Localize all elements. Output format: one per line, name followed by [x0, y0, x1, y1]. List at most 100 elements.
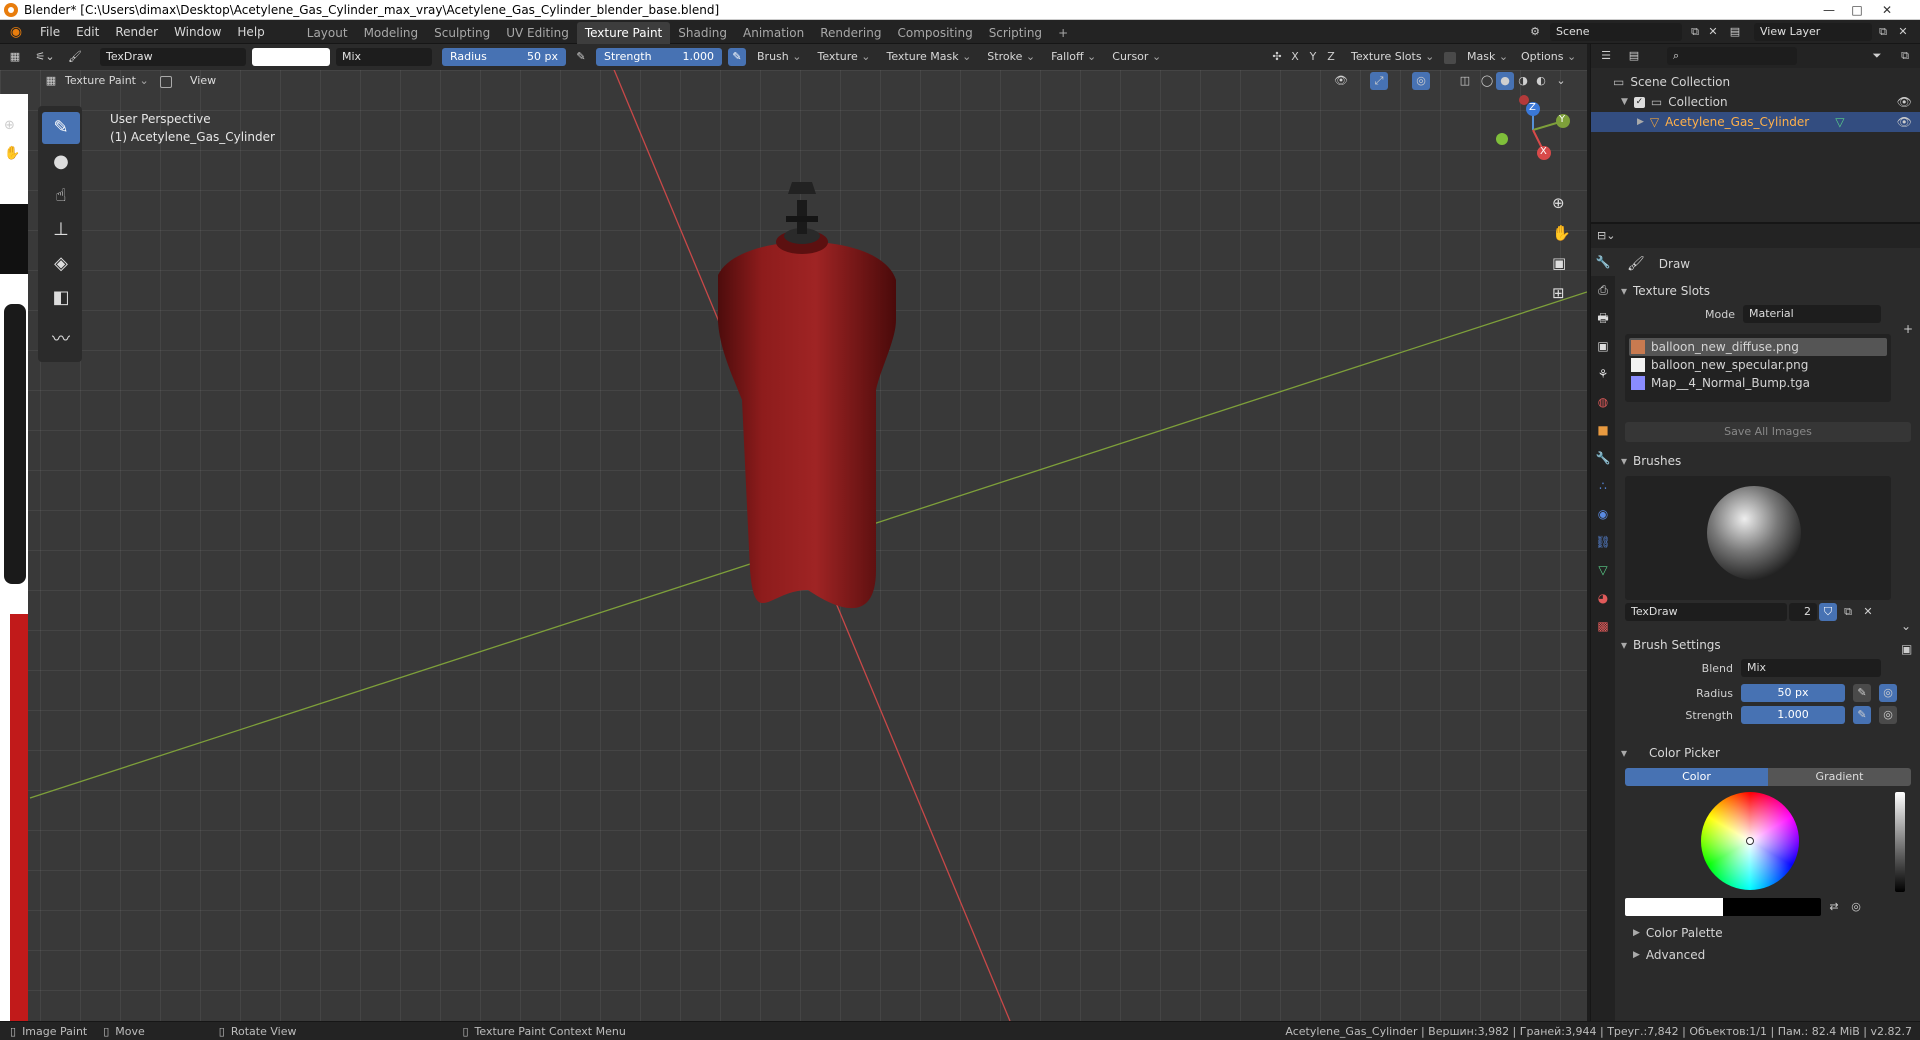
annotate-tool-icon[interactable]: 〰 — [42, 324, 80, 356]
object-tab-icon[interactable]: ■ — [1591, 416, 1615, 444]
viewport-pan-icon[interactable]: ✋ — [4, 146, 20, 161]
texture-mask-menu[interactable]: Texture Mask — [881, 48, 976, 66]
brushes-header[interactable]: Brushes — [1619, 450, 1917, 472]
tab-texture-paint[interactable]: Texture Paint — [576, 21, 671, 44]
tab-rendering[interactable]: Rendering — [812, 22, 889, 44]
radius-unit-icon[interactable]: ◎ — [1879, 684, 1897, 702]
remove-view-layer-icon[interactable]: ✕ — [1894, 23, 1912, 41]
world-tab-icon[interactable]: ◍ — [1591, 388, 1615, 416]
advanced-header[interactable]: Advanced — [1646, 948, 1705, 962]
new-view-layer-icon[interactable]: ⧉ — [1874, 23, 1892, 41]
blend-dropdown[interactable]: Mix — [1741, 659, 1881, 677]
brush-name-field[interactable]: TexDraw — [100, 48, 246, 66]
add-slot-icon[interactable]: + — [1903, 322, 1913, 336]
falloff-menu[interactable]: Falloff — [1046, 48, 1101, 66]
tab-compositing[interactable]: Compositing — [889, 22, 980, 44]
solid-shading-icon[interactable]: ● — [1496, 72, 1514, 90]
value-slider[interactable] — [1895, 792, 1905, 892]
minimize-button[interactable]: — — [1816, 1, 1842, 19]
tab-shading[interactable]: Shading — [670, 22, 735, 44]
material-tab-icon[interactable]: ◕ — [1591, 584, 1615, 612]
material-shading-icon[interactable]: ◑ — [1514, 72, 1532, 90]
new-scene-icon[interactable]: ⧉ — [1686, 23, 1704, 41]
rendered-shading-icon[interactable]: ◐ — [1532, 72, 1550, 90]
strength-pressure-icon[interactable]: ✎ — [728, 48, 746, 66]
close-button[interactable]: ✕ — [1874, 1, 1900, 19]
brush-preview[interactable] — [1625, 476, 1891, 600]
view-layer-tab-icon[interactable]: ▣ — [1591, 332, 1615, 360]
blender-menu-icon[interactable]: ◉ — [0, 24, 32, 40]
tab-uv-editing[interactable]: UV Editing — [498, 22, 577, 44]
particles-tab-icon[interactable]: ∴ — [1591, 472, 1615, 500]
radius-pressure-icon[interactable]: ✎ — [572, 48, 590, 66]
visibility-icon[interactable]: 👁 — [1332, 72, 1350, 90]
blend-mode-dropdown[interactable]: Mix — [336, 48, 432, 66]
expand-advanced-icon[interactable]: ▶ — [1633, 950, 1640, 960]
color-wheel-cursor[interactable] — [1746, 837, 1754, 845]
color-pressure-icon[interactable]: ◎ — [1847, 898, 1865, 916]
properties-editor-icon[interactable]: ⊟⌄ — [1597, 227, 1615, 245]
outliner-search-input[interactable]: ⌕ — [1667, 47, 1797, 65]
ortho-toggle-icon[interactable]: ⊞ — [1552, 284, 1565, 302]
brush-menu[interactable]: Brush — [752, 48, 806, 66]
overlay-toggle-icon[interactable]: ◎ — [1412, 72, 1430, 90]
collection-label[interactable]: Collection — [1668, 95, 1727, 109]
tab-animation[interactable]: Animation — [735, 22, 812, 44]
constraints-tab-icon[interactable]: ⛓ — [1591, 528, 1615, 556]
duplicate-brush-icon[interactable]: ⧉ — [1839, 603, 1857, 621]
tool-settings-icon[interactable]: ⚟⌄ — [30, 48, 60, 66]
color-picker-header[interactable]: Color Picker — [1619, 742, 1917, 764]
unlink-brush-icon[interactable]: ✕ — [1859, 603, 1877, 621]
texture-slot-row[interactable]: balloon_new_diffuse.png — [1629, 338, 1887, 356]
tool-tab-icon[interactable]: 🔧 — [1591, 248, 1615, 276]
filter-icon[interactable]: ⏷ — [1868, 47, 1886, 65]
menu-render[interactable]: Render — [107, 20, 166, 44]
mask-checkbox[interactable] — [1444, 52, 1456, 64]
maximize-button[interactable]: □ — [1844, 1, 1870, 19]
color-wheel[interactable] — [1701, 792, 1799, 890]
render-tab-icon[interactable]: ⎙ — [1591, 276, 1615, 304]
texture-slots-menu[interactable]: Texture Slots — [1346, 48, 1439, 66]
gizmo-toggle-icon[interactable]: ⤢ — [1370, 72, 1388, 90]
brush-name-field[interactable]: TexDraw — [1625, 603, 1787, 621]
cursor-menu[interactable]: Cursor — [1107, 48, 1166, 66]
texture-slot-row[interactable]: balloon_new_specular.png — [1629, 356, 1887, 374]
scene-selector[interactable]: Scene — [1550, 23, 1682, 41]
mode-dropdown[interactable]: Material — [1743, 305, 1881, 323]
color-palette-header[interactable]: Color Palette — [1646, 926, 1723, 940]
save-all-images-button[interactable]: Save All Images — [1625, 422, 1911, 442]
brush-dropdown-icon[interactable]: ⌄ — [1901, 619, 1911, 633]
add-workspace-button[interactable]: + — [1050, 22, 1076, 44]
strength-reset-icon[interactable]: ◎ — [1879, 706, 1897, 724]
navigation-gizmo[interactable]: Z Y X — [1480, 90, 1570, 180]
stroke-menu[interactable]: Stroke — [982, 48, 1040, 66]
menu-window[interactable]: Window — [166, 20, 229, 44]
wireframe-shading-icon[interactable]: ◯ — [1478, 72, 1496, 90]
display-mode-icon[interactable]: ▤ — [1625, 47, 1643, 65]
modifier-tab-icon[interactable]: 🔧 — [1591, 444, 1615, 472]
brush-color-swatch[interactable] — [252, 48, 330, 66]
tab-layout[interactable]: Layout — [299, 22, 356, 44]
output-tab-icon[interactable]: 🖶 — [1591, 304, 1615, 332]
tab-scripting[interactable]: Scripting — [981, 22, 1050, 44]
color-wheel-area[interactable] — [1619, 786, 1917, 898]
tab-modeling[interactable]: Modeling — [356, 22, 427, 44]
draw-tool-icon[interactable]: ✎ — [42, 112, 80, 144]
outliner-editor-icon[interactable]: ☰ — [1597, 47, 1615, 65]
texture-tab-icon[interactable]: ▩ — [1591, 612, 1615, 640]
expand-palette-icon[interactable]: ▶ — [1633, 928, 1640, 938]
mask-tool-icon[interactable]: ◧ — [42, 282, 80, 314]
remove-scene-icon[interactable]: ✕ — [1704, 23, 1722, 41]
radius-slider[interactable]: 50 px — [1741, 684, 1845, 702]
texture-slots-header[interactable]: Texture Slots — [1619, 280, 1917, 302]
clone-tool-icon[interactable]: ⊥ — [42, 214, 80, 246]
brush-settings-header[interactable]: Brush Settings — [1619, 634, 1917, 656]
mode-selector[interactable]: Texture Paint — [60, 72, 154, 90]
menu-help[interactable]: Help — [229, 20, 272, 44]
radius-pressure-icon[interactable]: ✎ — [1853, 684, 1871, 702]
zoom-view-icon[interactable]: ⊕ — [1552, 194, 1565, 212]
view-menu[interactable]: View — [190, 72, 216, 90]
strength-slider[interactable]: 1.000 — [1741, 706, 1845, 724]
swap-colors-icon[interactable]: ⇄ — [1825, 898, 1843, 916]
radius-slider[interactable]: Radius 50 px — [442, 48, 566, 66]
